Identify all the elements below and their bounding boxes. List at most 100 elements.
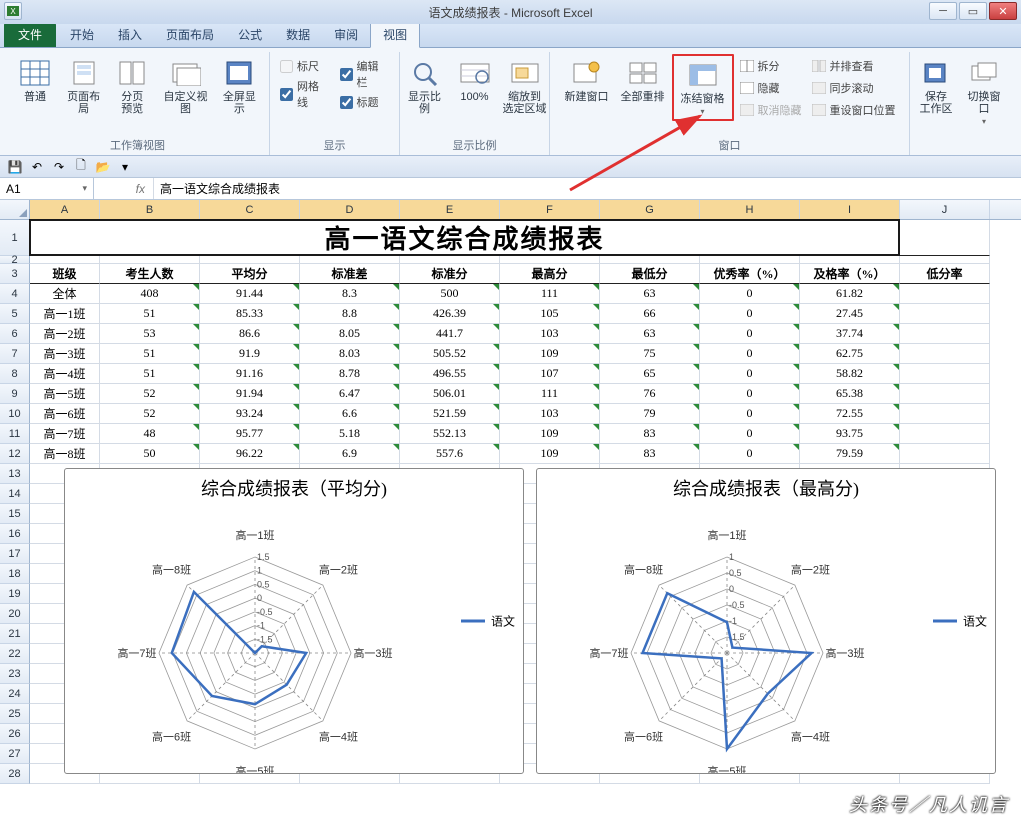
row-header-17[interactable]: 17	[0, 544, 30, 564]
cell[interactable]: 高一4班	[30, 364, 100, 384]
row-header-10[interactable]: 10	[0, 404, 30, 424]
close-button[interactable]: ✕	[989, 2, 1017, 20]
view-custom-button[interactable]: 自定义视图	[157, 54, 214, 118]
cell[interactable]: 0	[700, 444, 800, 464]
more-icon[interactable]: ▾	[116, 159, 134, 175]
cell[interactable]: 高一7班	[30, 424, 100, 444]
cell[interactable]: 50	[100, 444, 200, 464]
column-header-I[interactable]: I	[800, 200, 900, 219]
cell[interactable]: 62.75	[800, 344, 900, 364]
cell[interactable]: 51	[100, 304, 200, 324]
cell[interactable]	[900, 304, 990, 324]
tab-view[interactable]: 视图	[370, 21, 420, 48]
check-formula-bar[interactable]: 编辑栏	[340, 58, 390, 90]
chart-max[interactable]: 综合成绩报表（最高分) 高一1班高一2班高一3班高一4班高一5班高一6班高一7班…	[536, 468, 996, 774]
cell[interactable]: 63	[600, 284, 700, 304]
row-header-7[interactable]: 7	[0, 344, 30, 364]
cell[interactable]: 85.33	[200, 304, 300, 324]
cell[interactable]: 0	[700, 284, 800, 304]
select-all-corner[interactable]	[0, 200, 30, 219]
cell[interactable]: 79.59	[800, 444, 900, 464]
cell[interactable]: 52	[100, 384, 200, 404]
cell[interactable]: 95.77	[200, 424, 300, 444]
row-header-15[interactable]: 15	[0, 504, 30, 524]
cell[interactable]: 552.13	[400, 424, 500, 444]
row-header-18[interactable]: 18	[0, 564, 30, 584]
cell[interactable]: 557.6	[400, 444, 500, 464]
cell[interactable]	[900, 344, 990, 364]
new-window-button[interactable]: 新建窗口	[560, 54, 614, 106]
cell[interactable]: 91.94	[200, 384, 300, 404]
column-header-H[interactable]: H	[700, 200, 800, 219]
cell[interactable]: 高一5班	[30, 384, 100, 404]
row-header-24[interactable]: 24	[0, 684, 30, 704]
cell[interactable]: 441.7	[400, 324, 500, 344]
tab-insert[interactable]: 插入	[106, 22, 154, 47]
cell[interactable]: 51	[100, 344, 200, 364]
column-header-C[interactable]: C	[200, 200, 300, 219]
cell[interactable]: 0	[700, 364, 800, 384]
tab-data[interactable]: 数据	[274, 22, 322, 47]
row-header-9[interactable]: 9	[0, 384, 30, 404]
cell[interactable]: 107	[500, 364, 600, 384]
cell[interactable]: 65.38	[800, 384, 900, 404]
cell[interactable]: 63	[600, 324, 700, 344]
cell[interactable]: 83	[600, 444, 700, 464]
tab-formulas[interactable]: 公式	[226, 22, 274, 47]
split-button[interactable]: 拆分	[740, 58, 802, 74]
cell[interactable]: 高一6班	[30, 404, 100, 424]
save-icon[interactable]: 💾	[6, 159, 24, 175]
cell[interactable]: 496.55	[400, 364, 500, 384]
cell[interactable]: 0	[700, 304, 800, 324]
cell[interactable]	[900, 424, 990, 444]
column-header-G[interactable]: G	[600, 200, 700, 219]
cell[interactable]: 111	[500, 284, 600, 304]
cell[interactable]: 48	[100, 424, 200, 444]
cell[interactable]: 91.44	[200, 284, 300, 304]
row-header-3[interactable]: 3	[0, 264, 30, 284]
freeze-panes-button[interactable]: 冻结窗格 ▾	[676, 56, 730, 119]
row-header-19[interactable]: 19	[0, 584, 30, 604]
column-header-D[interactable]: D	[300, 200, 400, 219]
column-header-E[interactable]: E	[400, 200, 500, 219]
redo-icon[interactable]: ↷	[50, 159, 68, 175]
cell[interactable]: 8.03	[300, 344, 400, 364]
cell[interactable]: 93.75	[800, 424, 900, 444]
row-header-25[interactable]: 25	[0, 704, 30, 724]
column-header-A[interactable]: A	[30, 200, 100, 219]
cell[interactable]: 8.3	[300, 284, 400, 304]
row-header-4[interactable]: 4	[0, 284, 30, 304]
open-icon[interactable]: 📂	[94, 159, 112, 175]
view-page-layout-button[interactable]: 页面布局	[60, 54, 107, 118]
view-fullscreen-button[interactable]: 全屏显示	[216, 54, 263, 118]
column-header-B[interactable]: B	[100, 200, 200, 219]
row-header-11[interactable]: 11	[0, 424, 30, 444]
row-header-23[interactable]: 23	[0, 664, 30, 684]
cell[interactable]: 高一8班	[30, 444, 100, 464]
cell[interactable]: 58.82	[800, 364, 900, 384]
cell[interactable]: 111	[500, 384, 600, 404]
check-gridlines[interactable]: 网格线	[280, 78, 330, 110]
cell[interactable]: 109	[500, 344, 600, 364]
column-header-F[interactable]: F	[500, 200, 600, 219]
zoom-button[interactable]: 显示比例	[400, 54, 450, 118]
cell[interactable]: 65	[600, 364, 700, 384]
check-ruler[interactable]: 标尺	[280, 58, 330, 74]
cell[interactable]: 103	[500, 324, 600, 344]
row-header-12[interactable]: 12	[0, 444, 30, 464]
cell[interactable]: 91.9	[200, 344, 300, 364]
worksheet[interactable]: ABCDEFGHIJ 1高一语文综合成绩报表23班级考生人数平均分标准差标准分最…	[0, 200, 1021, 784]
cell[interactable]: 61.82	[800, 284, 900, 304]
cell[interactable]	[900, 364, 990, 384]
row-header-26[interactable]: 26	[0, 724, 30, 744]
cell[interactable]: 103	[500, 404, 600, 424]
view-page-break-button[interactable]: 分页 预览	[109, 54, 155, 118]
cell[interactable]: 0	[700, 404, 800, 424]
cell[interactable]	[900, 284, 990, 304]
cell[interactable]: 506.01	[400, 384, 500, 404]
cell[interactable]: 高一1班	[30, 304, 100, 324]
row-header-28[interactable]: 28	[0, 764, 30, 784]
cell[interactable]: 83	[600, 424, 700, 444]
cell[interactable]: 79	[600, 404, 700, 424]
cell[interactable]: 72.55	[800, 404, 900, 424]
